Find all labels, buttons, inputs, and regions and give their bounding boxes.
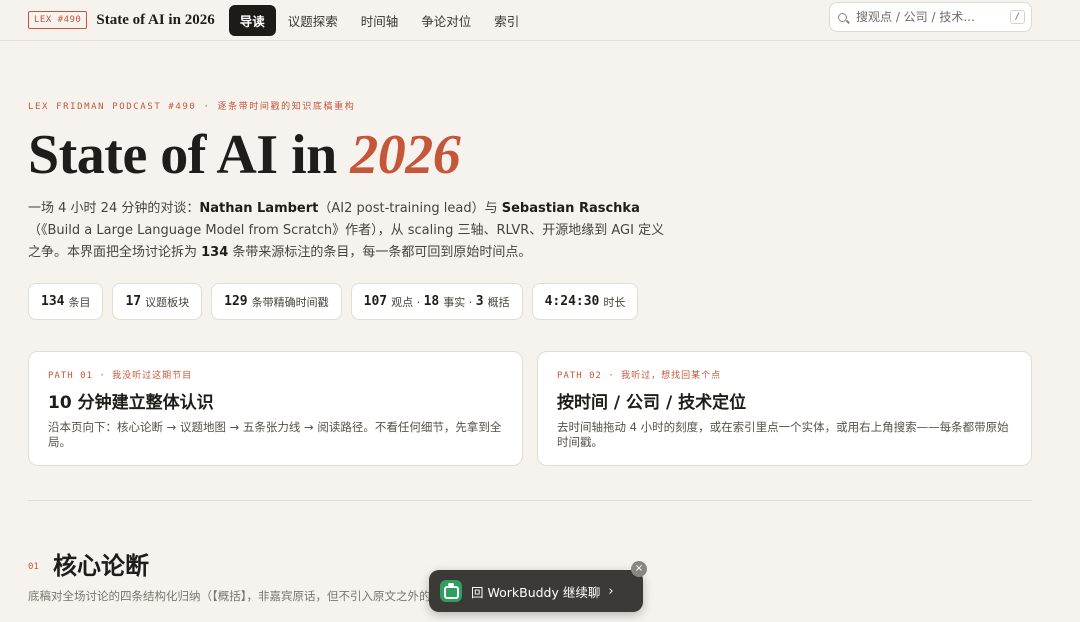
- stat-label: 条目: [68, 295, 91, 309]
- stat-label: 观点 ·: [391, 295, 421, 309]
- stat-value: 3: [475, 294, 484, 309]
- stat-label: 概括: [487, 295, 510, 309]
- workbuddy-button[interactable]: 回 WorkBuddy 继续聊 ›: [429, 570, 643, 612]
- path-eyebrow: PATH 01 · 我没听过这期节目: [48, 371, 193, 381]
- episode-badge: LEX #490: [28, 11, 88, 29]
- path-title: 10 分钟建立整体认识: [48, 393, 214, 413]
- stat-value: 17: [125, 294, 142, 309]
- stat-duration: 4:24:30 时长: [531, 283, 639, 320]
- search-icon: [838, 12, 847, 22]
- stat-breakdown: 107 观点 · 18 事实 · 3 概括: [350, 283, 523, 320]
- nav-timeline[interactable]: 时间轴: [350, 5, 410, 36]
- hero-lede: 一场 4 小时 24 分钟的对谈：Nathan Lambert（AI2 post…: [28, 198, 668, 264]
- stat-entries: 134 条目: [28, 283, 104, 320]
- stat-topics: 17 议题板块: [112, 283, 203, 320]
- main-nav: 导读 议题探索 时间轴 争论对位 索引: [228, 4, 532, 36]
- nav-debates[interactable]: 争论对位: [410, 5, 482, 36]
- hero-eyebrow: LEX FRIDMAN PODCAST #490 · 逐条带时间戳的知识底稿重构: [28, 102, 356, 112]
- lede-text: 条带来源标注的条目，每一条都可回到原始时间点。: [228, 245, 532, 260]
- workbuddy-label: 回 WorkBuddy 继续聊: [471, 584, 601, 600]
- stat-label: 事实 ·: [443, 295, 473, 309]
- title-year: 2026: [350, 124, 461, 186]
- guest-name: Nathan Lambert: [199, 201, 319, 216]
- path-card-locate[interactable]: PATH 02 · 我听过，想找回某个点 按时间 / 公司 / 技术定位 去时间…: [537, 351, 1032, 466]
- path-card-overview[interactable]: PATH 01 · 我没听过这期节目 10 分钟建立整体认识 沿本页向下：核心论…: [28, 351, 523, 466]
- stat-value: 18: [423, 294, 440, 309]
- nav-guide[interactable]: 导读: [228, 4, 276, 36]
- brand-title[interactable]: State of AI in 2026: [96, 12, 214, 29]
- page-title: State of AI in 2026: [28, 122, 461, 188]
- section-title: 核心论断: [53, 552, 149, 580]
- search-input[interactable]: [856, 10, 996, 24]
- path-eyebrow: PATH 02 · 我听过，想找回某个点: [557, 371, 722, 381]
- stat-label: 条带精确时间戳: [251, 295, 329, 309]
- stat-value: 129: [224, 294, 248, 309]
- guest-name: Sebastian Raschka: [501, 201, 640, 216]
- section-subtitle: 底稿对全场讨论的四条结构化归纳（【概括】，非嘉宾原话，但不引入原文之外的事实）: [28, 589, 465, 603]
- title-main: State of AI in: [28, 124, 351, 186]
- nav-topics[interactable]: 议题探索: [277, 5, 349, 36]
- stats-row: 134 条目 17 议题板块 129 条带精确时间戳 107 观点 · 18 事实 · 3…: [28, 283, 647, 320]
- lede-text: （AI2 post-training lead）与: [318, 201, 502, 216]
- stat-label: 时长: [603, 295, 626, 309]
- search-shortcut-hint: /: [1009, 10, 1025, 24]
- workbuddy-logo-icon: [440, 580, 462, 602]
- stat-timestamps: 129 条带精确时间戳: [211, 283, 342, 320]
- top-bar: LEX #490 State of AI in 2026 导读 议题探索 时间轴…: [0, 0, 1080, 41]
- search-box[interactable]: /: [829, 2, 1032, 32]
- stat-value: 134: [41, 294, 65, 309]
- close-icon[interactable]: ×: [631, 561, 647, 577]
- stat-label: 议题板块: [145, 295, 190, 309]
- stat-value: 4:24:30: [544, 294, 600, 309]
- section-number: 01: [28, 562, 39, 572]
- stat-value: 107: [363, 294, 388, 309]
- nav-index[interactable]: 索引: [483, 5, 530, 36]
- entry-count: 134: [201, 245, 229, 260]
- chevron-right-icon: ›: [608, 583, 614, 599]
- path-title: 按时间 / 公司 / 技术定位: [557, 393, 747, 413]
- path-desc: 沿本页向下：核心论断 → 议题地图 → 五条张力线 → 阅读路径。不看任何细节，…: [48, 420, 502, 449]
- path-desc: 去时间轴拖动 4 小时的刻度，或在索引里点一个实体，或用右上角搜索——每条都带原…: [557, 420, 1009, 449]
- section-divider: [28, 500, 1032, 501]
- lede-text: 一场 4 小时 24 分钟的对谈：: [28, 201, 200, 216]
